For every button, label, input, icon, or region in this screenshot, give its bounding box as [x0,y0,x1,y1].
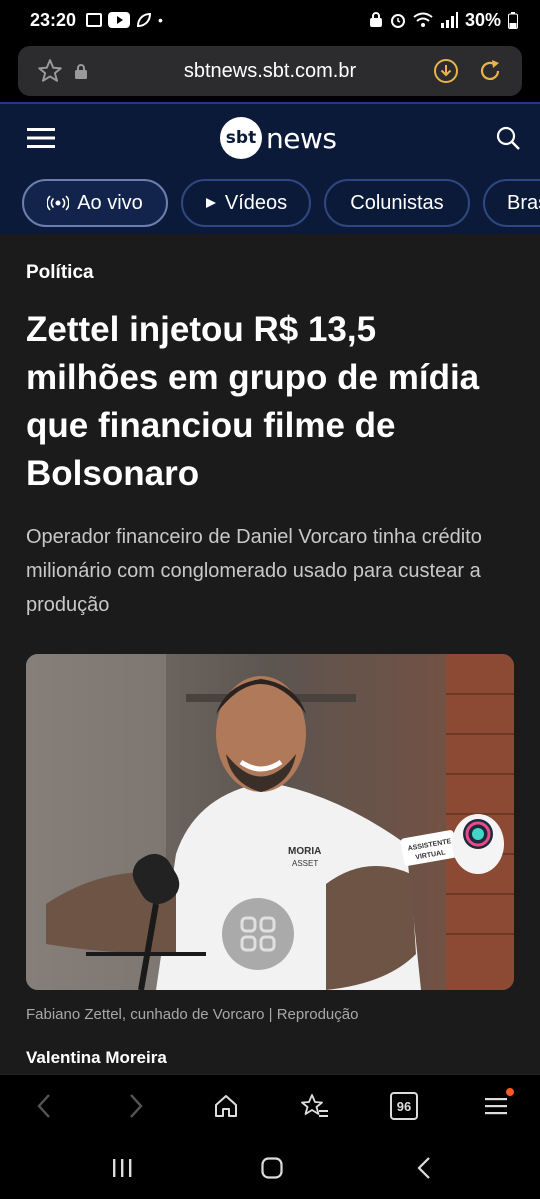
photo-caption: Fabiano Zettel, cunhado de Vorcaro | Rep… [26,1006,359,1023]
home-icon[interactable] [212,1092,240,1120]
battery-icon [508,11,518,29]
article-subhead: Operador financeiro de Daniel Vorcaro ti… [26,526,482,616]
site-header: sbt news [0,102,540,172]
article: Política Zettel injetou R$ 13,5 milhões … [0,234,540,1074]
svg-text:ASSET: ASSET [292,859,318,868]
tabs-count-icon[interactable]: 96 [390,1092,418,1120]
signal-icon [440,12,458,28]
search-icon[interactable] [494,124,522,152]
reload-icon[interactable] [476,57,504,85]
system-back-icon[interactable] [414,1156,434,1180]
address-bar[interactable]: sbtnews.sbt.com.br [18,46,522,96]
tab-ao-vivo[interactable]: Ao vivo [22,179,168,227]
system-icons: 30% [369,10,518,31]
tab-label: Ao vivo [77,191,143,214]
section-tabs: Ao vivo Vídeos Colunistas Bras [0,172,540,234]
play-icon [205,198,216,208]
status-time: 23:20 [30,9,77,30]
sbt-news-logo[interactable]: sbt news [220,117,337,159]
bookmarks-icon[interactable] [300,1092,330,1120]
browser-menu-icon[interactable] [482,1088,514,1120]
youtube-icon [108,12,131,28]
article-category[interactable]: Política [26,262,94,284]
notification-icons: • [86,12,163,28]
tab-label: Colunistas [350,191,444,214]
notification-dot [506,1088,514,1096]
browser-toolbar: sbtnews.sbt.com.br [0,40,540,102]
lock-shield-icon [369,12,382,27]
tab-colunistas[interactable]: Colunistas [324,179,470,227]
more-dot-icon: • [158,12,163,28]
tab-label: Vídeos [224,191,288,214]
leaf-icon [137,12,152,28]
gallery-icon [86,13,103,27]
recent-apps-icon[interactable] [110,1156,134,1180]
back-icon[interactable] [32,1092,56,1120]
download-icon[interactable] [432,57,460,85]
wifi-icon [413,12,433,27]
battery-percent: 30% [464,9,501,30]
home-button-icon[interactable] [260,1156,284,1180]
article-headline: Zettel injetou R$ 13,5 milhões em grupo … [26,310,480,493]
forward-icon[interactable] [124,1092,148,1120]
status-bar: 23:20 • 30% [0,0,540,40]
browser-bottom-bar: 96 [0,1074,540,1136]
logo-mark: sbt [220,117,262,159]
tabs-count: 96 [396,1098,412,1114]
hamburger-menu-icon[interactable] [26,124,56,152]
logo-wordmark: news [266,121,337,155]
image-zoom-icon[interactable] [222,898,294,970]
tab-videos[interactable]: Vídeos [181,179,311,227]
tab-brasil[interactable]: Bras [483,179,540,227]
article-photo[interactable]: MORIA ASSET ASSISTENTE VIRTUAL [26,654,514,990]
shirt-logo-text: MORIA [288,846,321,857]
tab-label: Bras [507,191,540,214]
system-navigation-bar [0,1136,540,1199]
broadcast-icon [47,195,70,211]
article-author[interactable]: Valentina Moreira [26,1048,167,1068]
alarm-icon [390,14,405,28]
